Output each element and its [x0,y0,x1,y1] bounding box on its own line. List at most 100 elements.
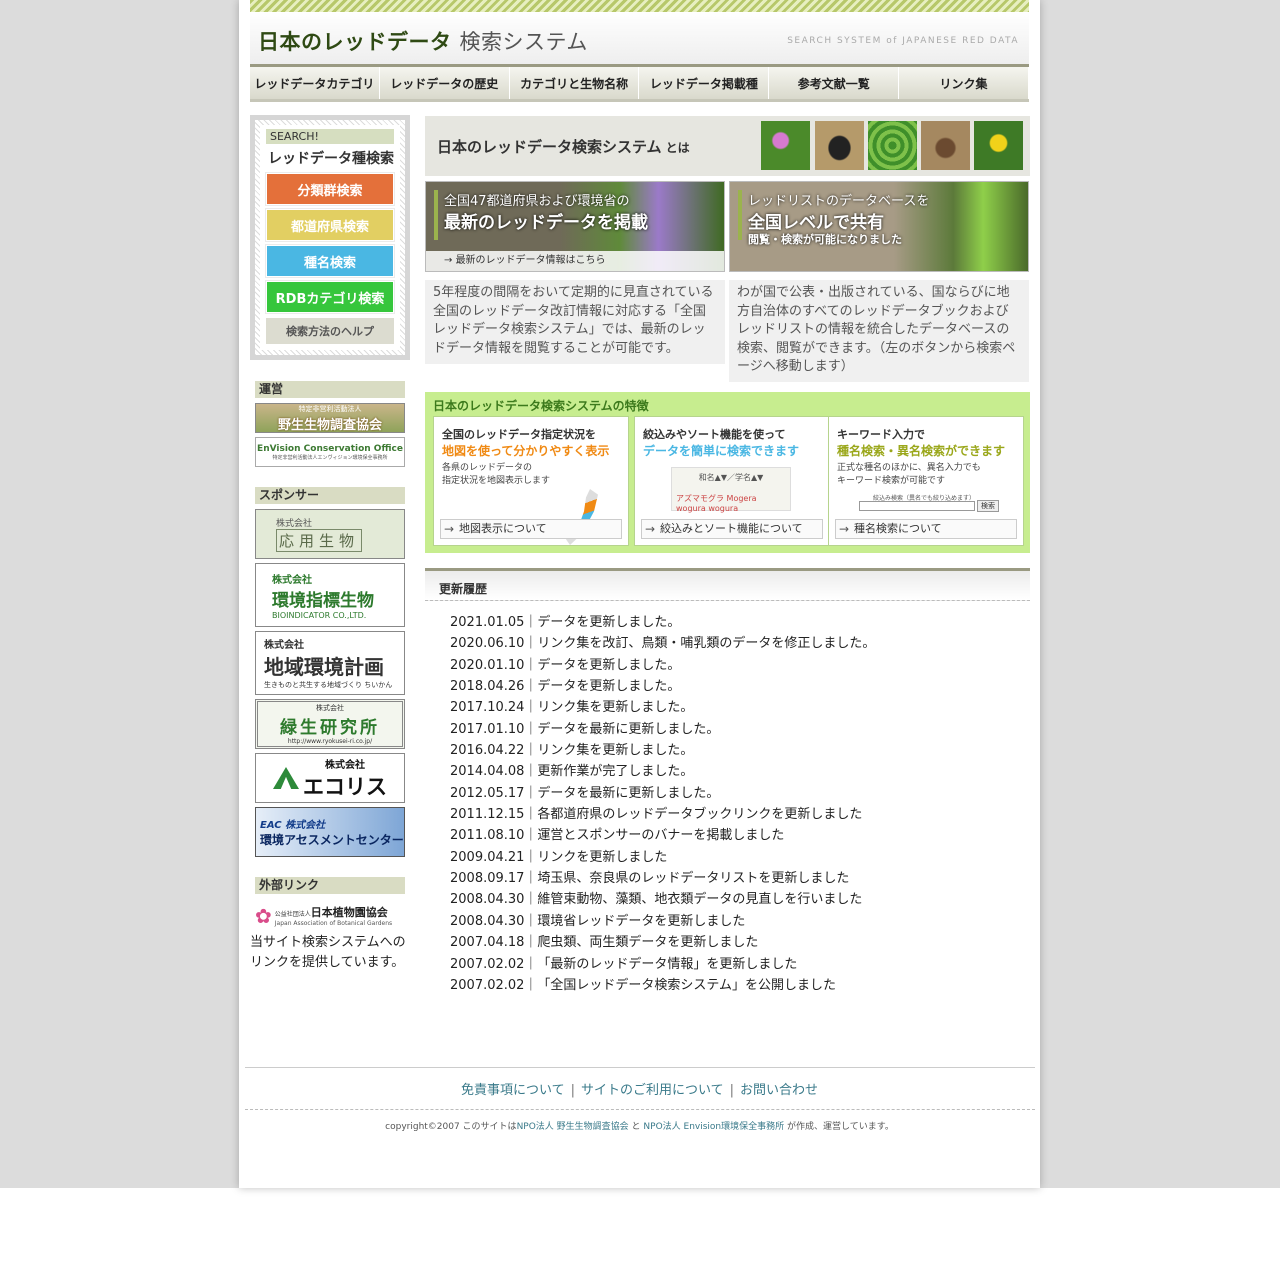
update-history-item: 2020.01.10｜データを更新しました。 [450,657,681,673]
latest-banner-accent [434,190,438,240]
update-history-item: 2008.04.30｜維管束動物、藻類、地衣類データの見直しを行いました [450,892,863,908]
nav-links[interactable]: リンク集 [899,67,1029,99]
ryokusei-banner[interactable]: 株式会社 緑生研究所 http://www.ryokusei-ri.co.jp/ [255,699,405,749]
sort-preview-row: アズマモグラ Mogera wogura wogura [676,494,757,513]
latest-banner-link[interactable]: → 最新のレッドデータ情報はこちら [426,251,724,271]
species-name-search-link[interactable]: 種名検索について [835,519,1017,539]
update-history-item: 2007.02.02｜「最新のレッドデータ情報」を更新しました [450,956,798,972]
keyword-search-mini-button: 検索 [977,500,999,512]
eac-banner-text: 環境アセスメントセンター [260,833,404,847]
disclaimer-link[interactable]: 免責事項について [461,1083,565,1098]
shared-red-list-banner[interactable]: レッドリストのデータベースを 全国レベルで共有 閲覧・検索が可能になりました [729,181,1029,272]
map-display-link[interactable]: 地図表示について [440,519,622,539]
species-name-search-button[interactable]: 種名検索 [265,244,395,278]
contact-link[interactable]: お問い合わせ [740,1083,818,1098]
bioindicator-banner[interactable]: 株式会社 環境指標生物 BIOINDICATOR CO.,LTD. [255,563,405,627]
latest-red-data-description: 5年程度の間隔をおいて定期的に見直されている全国のレッドデータ改訂情報に対応する… [425,280,725,364]
update-history-item: 2017.01.10｜データを最新に更新しました。 [450,721,720,737]
update-history-item: 2020.06.10｜リンク集を改訂、鳥類・哺乳類のデータを修正しました。 [450,636,876,652]
feature-card-map[interactable]: 全国のレッドデータ指定状況を 地図を使って分かりやすく表示 各県のレッドデータの… [433,416,629,546]
update-history-item: 2007.04.18｜爬虫類、両生類データを更新しました [450,935,759,951]
update-history-item: 2016.04.22｜リンク集を更新しました。 [450,743,694,759]
sponsor-label: スポンサー [255,487,405,504]
operation-label: 運営 [255,381,405,398]
oyo-banner-text: 応用生物 [276,529,363,552]
update-history-item: 2008.04.30｜環境省レッドデータを更新しました [450,913,746,929]
update-history-item: 2011.08.10｜運営とスポンサーのバナーを掲載しました [450,828,785,844]
copyright-org1-link[interactable]: NPO法人 野生生物調査協会 [517,1122,629,1132]
eac-banner[interactable]: EAC 株式会社 環境アセスメントセンター [255,807,405,857]
wildlife-survey-banner[interactable]: 特定非営利活動法人 野生生物調査協会 [255,403,405,433]
chiiki-banner-text: 地域環境計画 [264,655,384,679]
species-search-box: SEARCH! レッドデータ種検索 分類群検索 都道府県検索 種名検索 RDBカ… [250,115,410,360]
botanical-gardens-banner[interactable]: ✿ 公益社団法人 日本植物園協会 Japan Association of Bo… [255,899,405,932]
bioindicator-banner-sub: BIOINDICATOR CO.,LTD. [272,610,367,620]
header-stripe [250,0,1029,12]
ryokusei-banner-text: 緑生研究所 [280,718,380,738]
card-map-highlight: 地図を使って分かりやすく表示 [442,444,610,458]
copyright-org2-link[interactable]: NPO法人 Envision環境保全事務所 [643,1122,784,1132]
sort-table-preview: 和名▲▼／学名▲▼ アズマモグラ Mogera wogura wogura [671,467,791,513]
shared-red-list-description: わが国で公表・出版されている、国ならびに地方自治体のすべてのレッドデータブックお… [729,280,1029,382]
main-nav: レッドデータカテゴリ レッドデータの歴史 カテゴリと生物名称 レッドデータ掲載種… [250,64,1029,102]
update-history-item: 2008.09.17｜埼玉県、奈良県のレッドデータリストを更新しました [450,871,850,887]
latest-red-data-banner[interactable]: 全国47都道府県および環境省の 最新のレッドデータを掲載 → 最新のレッドデータ… [425,181,725,272]
latest-banner-line2: 最新のレッドデータを掲載 [444,213,648,233]
ecoris-banner-text: エコリス [303,774,387,799]
sort-preview-header: 和名▲▼／学名▲▼ [698,473,764,482]
yellow-flower-photo [974,121,1023,170]
botanical-banner-text: 日本植物園協会 [310,906,388,919]
copyright-suffix: が作成、運営しています。 [784,1122,894,1132]
update-history-item: 2017.10.24｜リンク集を更新しました。 [450,700,694,716]
intro-title-suffix: とは [665,141,690,155]
prefecture-search-button[interactable]: 都道府県検索 [265,208,395,242]
arrow-right-icon: → [444,255,456,266]
update-history-header: 更新履歴 [425,568,1030,601]
nav-category-species-names[interactable]: カテゴリと生物名称 [510,67,640,99]
system-features-panel: 日本のレッドデータ検索システムの特徴 全国のレッドデータ指定状況を 地図を使って… [425,392,1030,553]
site-title-main: 日本のレッドデータ [258,30,452,54]
update-history-item: 2009.04.21｜リンクを更新しました [450,849,668,865]
update-history-item: 2011.12.15｜各都道府県のレッドデータブックリンクを更新しました [450,807,863,823]
envision-banner-text: EnVision Conservation Office [257,443,403,454]
site-title[interactable]: 日本のレッドデータ 検索システム [258,26,588,56]
chiiki-kankyo-banner[interactable]: 株式会社 地域環境計画 生きものと共生する地域づくり ちいかん [255,631,405,695]
site-title-sub: 検索システム [459,30,588,54]
shared-banner-line3: 閲覧・検索が可能になりました [748,233,902,246]
search-tag: SEARCH! [266,129,394,144]
copyright-notice: copyright©2007 このサイトはNPO法人 野生生物調査協会 と NP… [239,1119,1040,1132]
envision-banner-small: 特定非営利活動法人エンヴィジョン環境保全事務所 [272,454,388,461]
footer-separator: | [570,1083,575,1098]
botanical-banner-small: 公益社団法人 [274,911,311,918]
site-usage-link[interactable]: サイトのご利用について [581,1083,724,1098]
search-help-button[interactable]: 検索方法のヘルプ [266,318,394,344]
external-link-note: 当サイト検索システムへのリンクを提供しています。 [250,935,406,970]
nav-red-data-category[interactable]: レッドデータカテゴリ [250,67,380,99]
bioindicator-banner-text: 環境指標生物 [272,590,374,611]
page-container: 日本のレッドデータ 検索システム SEARCH SYSTEM of JAPANES… [239,0,1040,1188]
feature-card-sort[interactable]: 絞込みやソート機能を使って データを簡単に検索できます 和名▲▼／学名▲▼ アズ… [634,416,830,546]
envision-banner[interactable]: EnVision Conservation Office 特定非営利活動法人エン… [255,437,405,467]
oyo-banner-small: 株式会社 [276,519,313,529]
chiiki-banner-small: 株式会社 [264,640,304,651]
eac-banner-small: EAC 株式会社 [260,820,326,831]
features-title: 日本のレッドデータ検索システムの特徴 [433,399,649,413]
card-keyword-body-line1: 正式な種名のほかに、異名入力でも [837,463,981,473]
nav-listed-species[interactable]: レッドデータ掲載種 [639,67,770,99]
ecoris-banner[interactable]: 株式会社 エコリス [255,753,405,803]
oyo-seibutsu-banner[interactable]: 株式会社 応用生物 [255,509,405,559]
card-map-body-line1: 各県のレッドデータの [442,463,533,473]
update-history-title: 更新履歴 [439,582,488,596]
wildlife-banner-text: 野生生物調査協会 [277,417,382,433]
salamander-photo [815,121,864,170]
card-keyword-highlight: 種名検索・異名検索ができます [837,444,1006,458]
feature-card-keyword[interactable]: キーワード入力で 種名検索・異名検索ができます 正式な種名のほかに、異名入力でも… [828,416,1024,546]
ecoris-banner-small: 株式会社 [325,759,365,771]
update-history-item: 2014.04.08｜更新作業が完了しました。 [450,764,694,780]
nav-red-data-history[interactable]: レッドデータの歴史 [380,67,510,99]
card-keyword-body: 正式な種名のほかに、異名入力でも キーワード検索が可能です [837,462,981,488]
nav-references[interactable]: 参考文献一覧 [769,67,900,99]
taxon-search-button[interactable]: 分類群検索 [265,172,395,206]
rdb-category-search-button[interactable]: RDBカテゴリ検索 [265,280,395,314]
sort-filter-link[interactable]: 絞込みとソート機能について [641,519,823,539]
